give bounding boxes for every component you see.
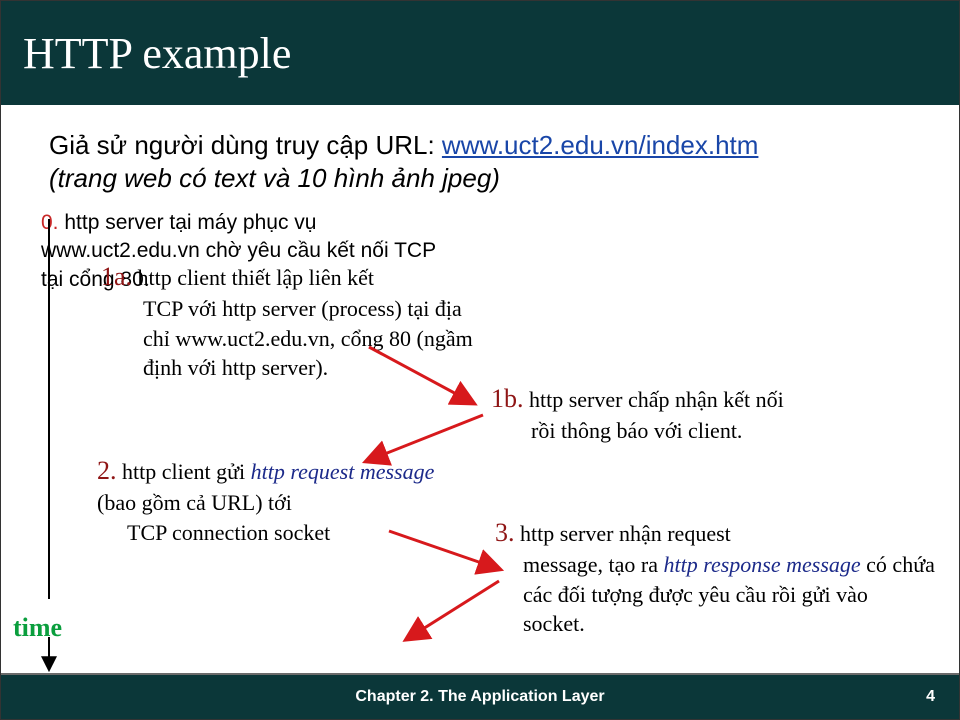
step-2: 2. http client gửi http request message … — [97, 453, 477, 547]
intro-text: Giả sử người dùng truy cập URL: www.uct2… — [49, 129, 919, 194]
step-3-label: 3. — [495, 518, 515, 547]
footer-chapter: Chapter 2. The Application Layer — [355, 688, 604, 706]
step-2-em: http request message — [251, 459, 435, 484]
footer-bar: Chapter 2. The Application Layer 4 — [1, 673, 959, 719]
intro-prefix: Giả sử người dùng truy cập URL: — [49, 130, 442, 160]
step-3-text: http server nhận requestmessage, tạo ra … — [495, 521, 935, 639]
step-1a-text: http client thiết lập liên kếtTCP với ht… — [101, 265, 476, 383]
step-2-text: http client gửi http request message (ba… — [97, 459, 477, 547]
slide: HTTP example Giả sử người dùng truy cập … — [0, 0, 960, 720]
intro-suffix: (trang web có text và 10 hình ảnh jpeg) — [49, 163, 500, 193]
step-1b-text: http server chấp nhận kết nốirồi thông b… — [491, 387, 921, 446]
footer-page-number: 4 — [926, 688, 935, 706]
slide-title: HTTP example — [1, 1, 959, 105]
intro-url-link[interactable]: www.uct2.edu.vn/index.htm — [442, 130, 759, 160]
step-1b-label: 1b. — [491, 384, 524, 413]
body-area: 0. http server tại máy phục vụ www.uct2.… — [41, 209, 939, 659]
step-2-pre: http client gửi — [117, 459, 251, 484]
step-3-em: http response message — [664, 552, 861, 577]
step-1a: 1a. http client thiết lập liên kếtTCP vớ… — [101, 259, 476, 383]
step-2-label: 2. — [97, 456, 117, 485]
step-1a-label: 1a. — [101, 262, 132, 291]
step-3: 3. http server nhận requestmessage, tạo … — [495, 515, 935, 639]
step-1b: 1b. http server chấp nhận kết nốirồi thô… — [491, 381, 921, 446]
time-label: time — [13, 613, 62, 643]
step-2-post-wrap: (bao gồm cả URL) tớiTCP connection socke… — [97, 490, 477, 547]
step-0-label: 0. — [41, 211, 59, 234]
